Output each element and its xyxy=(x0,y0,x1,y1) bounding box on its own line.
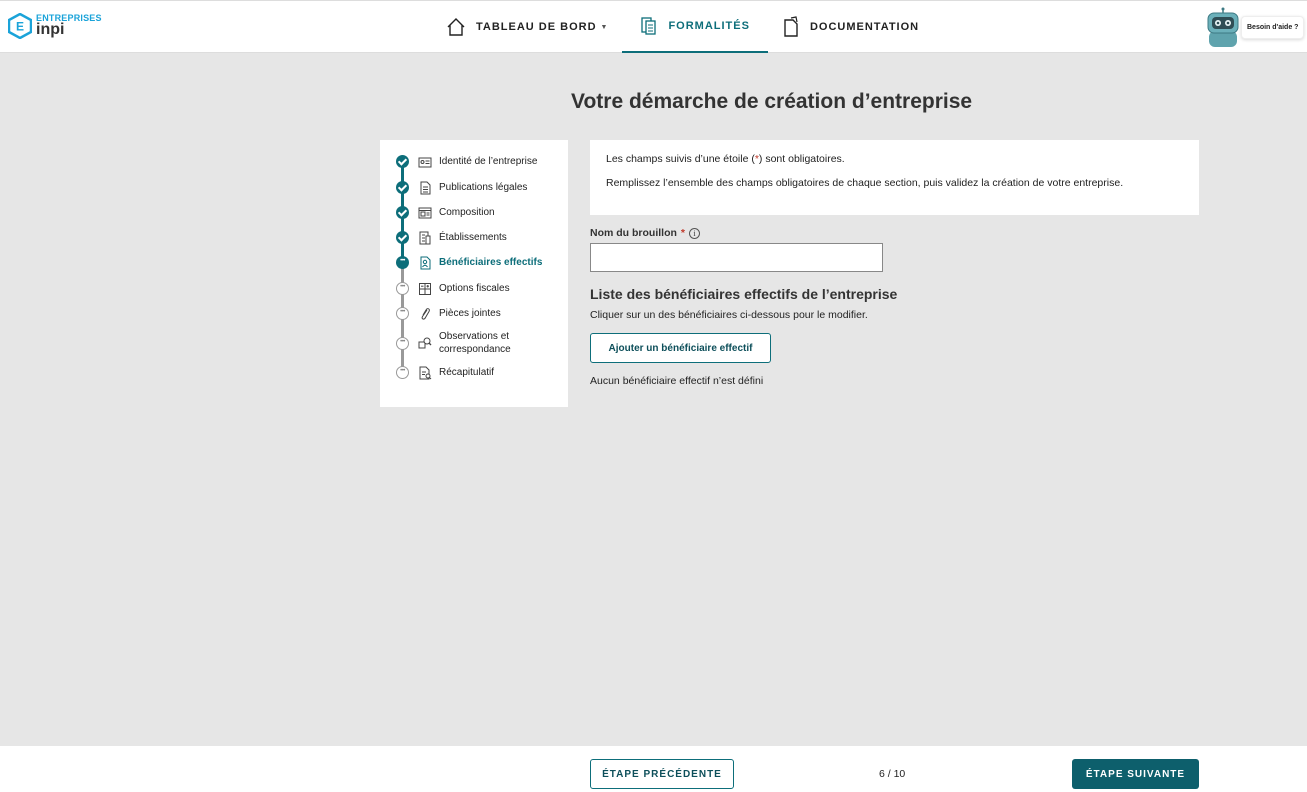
inpi-logo[interactable]: E ENTREPRISES inpi xyxy=(8,13,102,39)
required-star: * xyxy=(680,227,685,239)
fill-instructions: Remplissez l’ensemble des champs obligat… xyxy=(606,177,1124,189)
robot-assistant-icon xyxy=(1207,7,1239,47)
step-label: Options fiscales xyxy=(439,283,510,294)
footer-bar: ÉTAPE PRÉCÉDENTE 6 / 10 ÉTAPE SUIVANTE xyxy=(0,746,1307,792)
step-observations[interactable]: ••• Observations et correspondance xyxy=(396,330,534,356)
step-done-check-icon xyxy=(396,181,409,194)
info-box: Les champs suivis d’une étoile (*) sont … xyxy=(590,140,1199,215)
summary-icon xyxy=(419,366,432,380)
step-label: Établissements xyxy=(439,232,507,243)
draft-name-label: Nom du brouillon * i xyxy=(590,227,700,239)
step-label: Récapitulatif xyxy=(439,367,495,378)
nav-formalites[interactable]: FORMALITÉS xyxy=(622,1,768,53)
nav-label-tableau-de-bord: TABLEAU DE BORD xyxy=(476,21,597,33)
empty-beneficiaries-message: Aucun bénéficiaire effectif n’est défini xyxy=(590,375,764,387)
id-card-icon xyxy=(418,157,432,168)
step-composition[interactable]: Composition xyxy=(396,206,495,220)
required-fields-notice: Les champs suivis d’une étoile (*) sont … xyxy=(606,153,1183,165)
beneficiary-icon xyxy=(420,256,431,270)
calculator-icon xyxy=(419,283,431,295)
logo-text-bottom: inpi xyxy=(36,21,65,38)
top-header: E ENTREPRISES inpi TABLEAU DE BORD ▼ FOR… xyxy=(0,0,1307,53)
step-recapitulatif[interactable]: ••• Récapitulatif xyxy=(396,366,494,380)
step-publications[interactable]: Publications légales xyxy=(396,181,527,195)
document-icon xyxy=(784,16,798,37)
step-done-check-icon xyxy=(396,206,409,219)
help-label[interactable]: Besoin d'aide ? xyxy=(1241,15,1305,39)
main-nav: TABLEAU DE BORD ▼ FORMALITÉS DOCUMENTATI… xyxy=(432,1,933,53)
step-current-icon: ••• xyxy=(396,256,409,269)
paperclip-icon xyxy=(421,308,430,320)
step-label: Pièces jointes xyxy=(439,308,501,319)
beneficiaries-title: Liste des bénéficiaires effectifs de l’e… xyxy=(590,286,898,302)
step-todo-icon: ••• xyxy=(396,366,409,379)
search-document-icon xyxy=(418,337,432,349)
step-todo-icon: ••• xyxy=(396,282,409,295)
chevron-down-icon: ▼ xyxy=(600,23,609,31)
logo-hexagon-icon: E xyxy=(8,13,32,39)
documents-icon xyxy=(641,17,657,35)
step-identite[interactable]: Identité de l’entreprise xyxy=(396,155,537,169)
step-label: Composition xyxy=(439,207,495,218)
home-icon xyxy=(447,18,465,36)
beneficiaries-subtitle: Cliquer sur un des bénéficiaires ci-dess… xyxy=(590,309,868,321)
notice-suffix: ) sont obligatoires. xyxy=(758,153,845,165)
step-etablissements[interactable]: Établissements xyxy=(396,231,507,245)
step-beneficiaires[interactable]: ••• Bénéficiaires effectifs xyxy=(396,256,542,270)
step-todo-icon: ••• xyxy=(396,337,409,350)
step-options-fiscales[interactable]: ••• Options fiscales xyxy=(396,282,510,296)
next-step-button[interactable]: ÉTAPE SUIVANTE xyxy=(1072,759,1199,789)
help-widget[interactable]: Besoin d'aide ? xyxy=(1205,7,1305,47)
step-counter: 6 / 10 xyxy=(879,768,906,780)
building-icon xyxy=(419,231,431,245)
add-beneficiary-button[interactable]: Ajouter un bénéficiaire effectif xyxy=(590,333,771,363)
step-done-check-icon xyxy=(396,231,409,244)
draft-name-label-text: Nom du brouillon xyxy=(590,227,677,239)
step-label: Publications légales xyxy=(439,182,528,193)
step-label: Bénéficiaires effectifs xyxy=(439,257,543,268)
notice-prefix: Les champs suivis d’une étoile ( xyxy=(606,153,755,165)
nav-documentation[interactable]: DOCUMENTATION xyxy=(768,1,933,53)
step-todo-icon: ••• xyxy=(396,307,409,320)
draft-name-input[interactable] xyxy=(590,243,883,272)
info-icon[interactable]: i xyxy=(689,227,700,239)
step-label: Observations et correspondance xyxy=(439,331,511,355)
nav-label-documentation: DOCUMENTATION xyxy=(809,21,920,33)
step-done-check-icon xyxy=(396,155,409,168)
previous-step-button[interactable]: ÉTAPE PRÉCÉDENTE xyxy=(590,759,734,789)
page-title: Votre démarche de création d’entreprise xyxy=(571,90,973,113)
newspaper-icon xyxy=(418,207,432,219)
nav-tableau-de-bord[interactable]: TABLEAU DE BORD ▼ xyxy=(432,1,622,53)
step-label: Identité de l’entreprise xyxy=(439,156,538,167)
document-icon xyxy=(420,181,431,195)
steps-sidebar: Identité de l’entreprise Publications lé… xyxy=(380,140,568,407)
svg-text:E: E xyxy=(16,20,24,34)
step-pieces-jointes[interactable]: ••• Pièces jointes xyxy=(396,307,501,321)
nav-label-formalites: FORMALITÉS xyxy=(668,20,750,32)
